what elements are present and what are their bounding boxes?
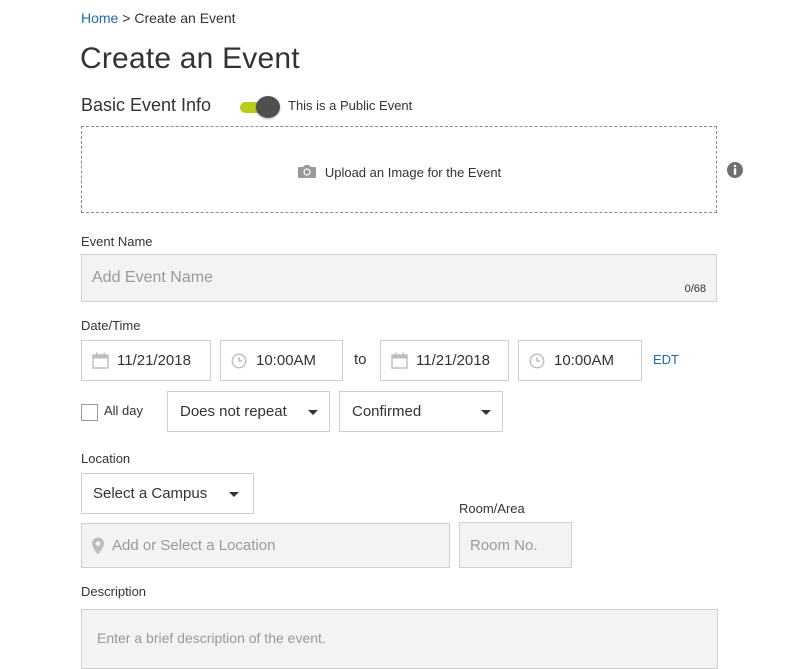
breadcrumb: Home > Create an Event xyxy=(81,10,236,26)
page-title: Create an Event xyxy=(80,42,300,75)
map-pin-icon xyxy=(91,537,105,560)
chevron-down-icon xyxy=(308,410,318,415)
basic-info-heading: Basic Event Info xyxy=(81,95,212,115)
location-input[interactable]: Add or Select a Location xyxy=(81,523,450,568)
to-label: to xyxy=(354,351,367,368)
end-time-value: 10:00AM xyxy=(554,352,615,369)
event-name-input[interactable]: Add Event Name 0/68 xyxy=(81,254,717,302)
room-input[interactable]: Room No. xyxy=(459,522,572,568)
end-date-field[interactable]: 11/21/2018 xyxy=(380,340,509,381)
info-icon[interactable] xyxy=(726,161,744,184)
image-upload-area[interactable]: Upload an Image for the Event xyxy=(81,126,717,213)
end-time-field[interactable]: 10:00AM xyxy=(518,340,642,381)
breadcrumb-current: Create an Event xyxy=(134,10,236,26)
toggle-knob xyxy=(256,96,280,118)
all-day-checkbox[interactable] xyxy=(81,404,98,421)
event-name-placeholder: Add Event Name xyxy=(92,269,213,286)
end-date-value: 11/21/2018 xyxy=(416,352,490,369)
location-placeholder: Add or Select a Location xyxy=(112,537,276,554)
repeat-value: Does not repeat xyxy=(180,403,287,420)
description-label: Description xyxy=(81,584,147,599)
status-value: Confirmed xyxy=(352,403,422,420)
room-placeholder: Room No. xyxy=(470,537,538,554)
event-name-label: Event Name xyxy=(81,234,153,249)
chevron-down-icon xyxy=(481,410,491,415)
start-date-field[interactable]: 11/21/2018 xyxy=(81,340,211,381)
description-textarea[interactable]: Enter a brief description of the event. xyxy=(81,609,718,669)
datetime-label: Date/Time xyxy=(81,318,141,333)
start-date-value: 11/21/2018 xyxy=(117,352,191,369)
breadcrumb-home-link[interactable]: Home xyxy=(81,10,118,26)
clock-icon xyxy=(529,353,545,374)
upload-label: Upload an Image for the Event xyxy=(324,165,502,180)
public-event-label: This is a Public Event xyxy=(288,98,413,113)
clock-icon xyxy=(231,353,247,374)
start-time-value: 10:00AM xyxy=(256,352,317,369)
char-counter: 0/68 xyxy=(684,283,706,295)
calendar-icon xyxy=(92,352,109,374)
public-event-toggle[interactable] xyxy=(239,96,281,118)
location-label: Location xyxy=(81,451,131,466)
chevron-down-icon xyxy=(229,492,239,497)
breadcrumb-separator: > xyxy=(118,10,135,26)
start-time-field[interactable]: 10:00AM xyxy=(220,340,343,381)
camera-icon xyxy=(297,163,317,182)
campus-select[interactable]: Select a Campus xyxy=(81,473,254,514)
description-placeholder: Enter a brief description of the event. xyxy=(97,630,326,646)
room-label: Room/Area xyxy=(459,501,525,516)
repeat-select[interactable]: Does not repeat xyxy=(167,391,330,432)
calendar-icon xyxy=(391,352,408,374)
status-select[interactable]: Confirmed xyxy=(339,391,503,432)
all-day-label: All day xyxy=(104,403,144,418)
campus-value: Select a Campus xyxy=(93,485,208,502)
timezone-link[interactable]: EDT xyxy=(653,352,679,367)
